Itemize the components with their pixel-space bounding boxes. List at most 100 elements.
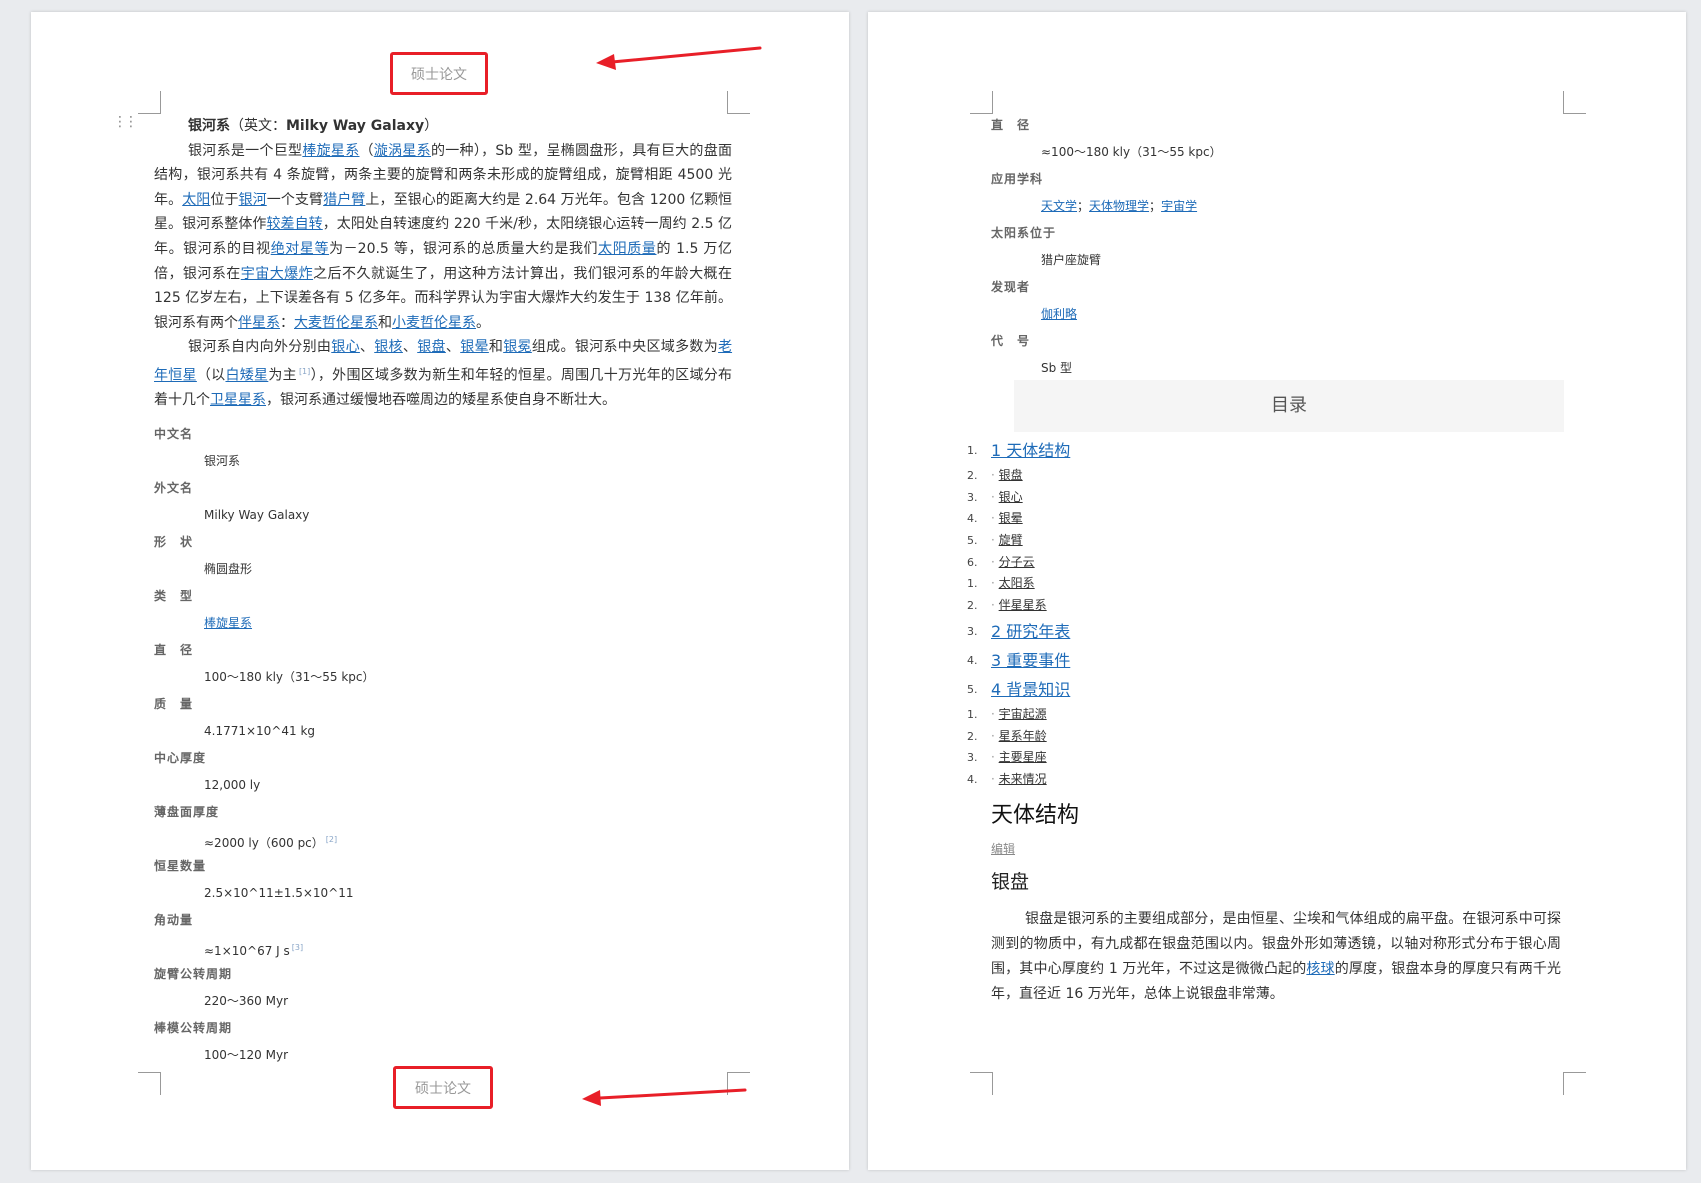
toc-label[interactable]: · 主要星座	[991, 747, 1047, 769]
hyperlink[interactable]: 大麦哲伦星系	[294, 315, 378, 331]
hyperlink[interactable]: 银心	[331, 339, 360, 355]
hyperlink[interactable]: 较差自转	[267, 216, 323, 232]
toc-item[interactable]: 1. · 宇宙起源	[967, 704, 1567, 726]
subsection-heading: 银盘	[991, 871, 1030, 893]
info-value: 天文学；天体物理学；宇宙学	[991, 193, 1591, 220]
info-label: 发现者	[991, 280, 1031, 294]
info-value-text: 2.5×10^11±1.5×10^11	[204, 885, 354, 900]
hyperlink[interactable]: 伴星系	[238, 315, 280, 331]
info-value: Sb 型	[991, 355, 1591, 382]
hyperlink[interactable]: 核球	[1306, 961, 1334, 977]
toc-label[interactable]: · 星系年龄	[991, 726, 1047, 748]
toc-number: 2.	[967, 729, 978, 743]
toc-item[interactable]: 4. 3 重要事件	[967, 646, 1567, 675]
toc-label[interactable]: · 太阳系	[991, 573, 1035, 595]
info-value: 猎户座旋臂	[991, 247, 1591, 274]
toc-item[interactable]: 6. · 分子云	[967, 552, 1567, 574]
citation-sup[interactable]: [3]	[292, 943, 303, 952]
info-value: 100～120 Myr	[154, 1042, 732, 1069]
toc-label[interactable]: · 宇宙起源	[991, 704, 1047, 726]
info-value-text: ≈100～180 kly（31～55 kpc）	[1041, 145, 1222, 159]
hyperlink[interactable]: 银晕	[460, 339, 489, 355]
toc-item[interactable]: 1. 1 天体结构	[967, 436, 1567, 465]
section-paragraph: 银盘是银河系的主要组成部分，是由恒星、尘埃和气体组成的扁平盘。在银河系中可探测到…	[991, 907, 1561, 1007]
toc-label[interactable]: · 伴星星系	[991, 595, 1047, 617]
text-run: 组成。银河系中央区域多数为	[531, 339, 719, 356]
hyperlink[interactable]: 太阳	[182, 192, 210, 208]
info-value: 银河系	[154, 448, 732, 475]
hyperlink[interactable]: 绝对星等	[271, 241, 329, 257]
toc-number: 5.	[967, 682, 978, 696]
toc-label[interactable]: 2 研究年表	[991, 617, 1070, 646]
toc-number: 3.	[967, 490, 978, 504]
toc-label[interactable]: · 旋臂	[991, 530, 1023, 552]
hyperlink[interactable]: 卫星星系	[210, 392, 266, 408]
toc-item[interactable]: 3. · 银心	[967, 487, 1567, 509]
hyperlink[interactable]: 棒旋星系	[302, 143, 359, 159]
toc-bullet: ·	[991, 533, 999, 548]
hyperlink[interactable]: 太阳质量	[598, 241, 656, 257]
hyperlink[interactable]: 银河	[239, 192, 267, 208]
toc-bullet: ·	[991, 468, 999, 482]
toc-item[interactable]: 1. · 太阳系	[967, 573, 1567, 595]
edit-link[interactable]: 编辑	[991, 840, 1015, 857]
hyperlink[interactable]: 宇宙大爆炸	[241, 266, 313, 282]
toc-number: 3.	[967, 751, 978, 765]
header-highlight-box[interactable]: 硕士论文	[390, 52, 488, 95]
hyperlink[interactable]: 银盘	[417, 339, 446, 355]
toc-label[interactable]: · 银心	[991, 487, 1023, 509]
info-label: 代 号	[991, 334, 1031, 348]
toc-item[interactable]: 4. · 银晕	[967, 508, 1567, 530]
footer-highlight-box[interactable]: 硕士论文	[393, 1066, 493, 1109]
margin-corner-bottom-right	[1563, 1072, 1586, 1095]
text-run: （以	[196, 367, 226, 384]
toc-item[interactable]: 5. 4 背景知识	[967, 675, 1567, 704]
margin-corner-bottom-left	[138, 1072, 161, 1095]
info-value-text: Sb 型	[1041, 361, 1073, 375]
drag-handle-icon[interactable]: ⋮⋮	[113, 115, 138, 129]
citation-sup[interactable]: [1]	[299, 367, 310, 376]
hyperlink[interactable]: 银冕	[503, 339, 532, 355]
toc-item[interactable]: 5. · 旋臂	[967, 530, 1567, 552]
toc-bullet: ·	[991, 771, 999, 786]
hyperlink[interactable]: 天文学	[1041, 199, 1077, 213]
toc-item[interactable]: 2. · 伴星星系	[967, 595, 1567, 617]
toc-item[interactable]: 4. · 未来情况	[967, 769, 1567, 791]
margin-corner-top-right	[1563, 91, 1586, 114]
toc-label[interactable]: · 未来情况	[991, 769, 1047, 791]
toc-item[interactable]: 3. 2 研究年表	[967, 617, 1567, 646]
toc-label[interactable]: · 银盘	[991, 465, 1023, 487]
toc-label[interactable]: 3 重要事件	[991, 646, 1070, 675]
toc-number: 3.	[967, 624, 978, 638]
toc-label-text: 2 研究年表	[991, 621, 1071, 641]
hyperlink[interactable]: 猎户臂	[323, 192, 365, 208]
text-run: 和	[488, 339, 504, 356]
info-value-text[interactable]: 伽利略	[1041, 307, 1077, 321]
info-label: 外文名	[154, 480, 194, 495]
hyperlink[interactable]: 白矮星	[225, 368, 268, 384]
info-value-text: ≈1×10^67 J s	[204, 943, 290, 958]
hyperlink[interactable]: 银核	[374, 339, 403, 355]
hyperlink[interactable]: 天体物理学	[1089, 199, 1149, 213]
info-label: 质 量	[154, 696, 194, 711]
text-run: 位于	[210, 191, 239, 208]
toc-item[interactable]: 3. · 主要星座	[967, 747, 1567, 769]
hyperlink[interactable]: 漩涡星系	[374, 143, 431, 159]
info-value-text: 猎户座旋臂	[1041, 253, 1102, 267]
toc-label[interactable]: 4 背景知识	[991, 675, 1070, 704]
citation-sup[interactable]: [2]	[326, 835, 337, 844]
info-value[interactable]: 棒旋星系	[154, 610, 732, 637]
info-box-right: 直 径 ≈100～180 kly（31～55 kpc） 应用学科 天文学；天体物理学；…	[991, 112, 1591, 382]
hyperlink[interactable]: 宇宙学	[1161, 199, 1197, 213]
toc-item[interactable]: 2. · 银盘	[967, 465, 1567, 487]
document-page-2: 直 径 ≈100～180 kly（31～55 kpc） 应用学科 天文学；天体物理学；…	[868, 12, 1686, 1170]
toc-label[interactable]: · 银晕	[991, 508, 1023, 530]
toc-label-text: 银晕	[998, 511, 1023, 526]
toc-label[interactable]: · 分子云	[991, 552, 1035, 574]
info-label: 棒模公转周期	[154, 1020, 233, 1035]
toc-label-text: 3 重要事件	[991, 650, 1071, 670]
hyperlink[interactable]: 小麦哲伦星系	[392, 315, 476, 331]
info-box-left: 中文名 银河系 外文名 Milky Way Galaxy 形 状椭圆盘形类 型棒旋星系直…	[154, 421, 732, 1069]
toc-item[interactable]: 2. · 星系年龄	[967, 726, 1567, 748]
toc-label[interactable]: 1 天体结构	[991, 436, 1070, 465]
